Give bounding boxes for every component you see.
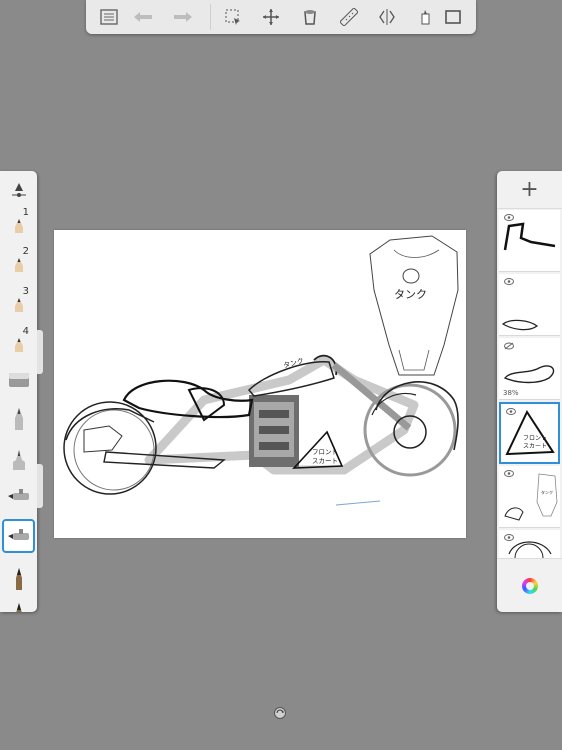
layer-thumbnail[interactable]: 38% xyxy=(499,338,560,400)
airbrush-icon[interactable] xyxy=(2,479,35,513)
pencil-icon[interactable]: 1 xyxy=(2,205,35,239)
layer-thumb-skirt-line1: フロント xyxy=(523,435,547,442)
paintbrush-icon[interactable] xyxy=(2,561,35,595)
layer-opacity: 38% xyxy=(503,389,519,397)
layer-preview xyxy=(503,222,556,251)
brush-number: 1 xyxy=(22,207,29,218)
add-layer-button[interactable]: + xyxy=(497,171,562,209)
panel-resize-handle[interactable] xyxy=(37,464,43,508)
brush-properties-icon[interactable] xyxy=(2,173,35,207)
layer-thumb-skirt-line2: スカート xyxy=(523,443,547,450)
layer-preview xyxy=(508,541,552,558)
layer-thumbnail[interactable] xyxy=(499,530,560,558)
selection-icon[interactable] xyxy=(222,6,244,28)
brush-number: 4 xyxy=(22,326,29,337)
front-skirt-label-line2: スカート xyxy=(312,457,338,465)
fullscreen-icon[interactable] xyxy=(442,6,464,28)
top-toolbar xyxy=(86,0,476,34)
layer-thumbnail[interactable]: タンク xyxy=(499,466,560,528)
brush-number: 3 xyxy=(22,286,29,297)
motorcycle-sketch: タンク フロント スカート タンク xyxy=(63,235,459,506)
undo-icon[interactable] xyxy=(132,6,154,28)
brush-palette: 1 2 3 4 xyxy=(0,171,37,612)
layer-thumbnail[interactable] xyxy=(499,274,560,336)
transform-icon[interactable] xyxy=(260,6,282,28)
list-icon[interactable] xyxy=(98,6,120,28)
layer-preview: フロントスカート xyxy=(505,409,555,456)
pencil-icon[interactable]: 2 xyxy=(2,244,35,278)
panel-resize-handle[interactable] xyxy=(37,330,43,374)
toolbar-divider xyxy=(210,4,211,30)
layer-thumbnail[interactable] xyxy=(499,210,560,272)
front-skirt-label-line1: フロント xyxy=(312,448,338,456)
layer-list: 38% フロント スカート タンク xyxy=(497,208,562,558)
layer-preview: タンク xyxy=(504,473,558,521)
bucket-fill-icon[interactable] xyxy=(299,6,321,28)
color-wheel-icon xyxy=(521,578,538,594)
layers-panel: + 38% フロント スカート タンク xyxy=(497,171,562,612)
symmetry-icon[interactable] xyxy=(376,6,398,28)
layer-preview xyxy=(501,319,539,331)
ruler-icon[interactable] xyxy=(338,6,360,28)
layer-thumb-tank: タンク xyxy=(541,489,553,495)
felt-pen-icon[interactable] xyxy=(2,441,35,475)
layer-thumbnail-selected[interactable]: フロント スカート xyxy=(499,402,560,464)
pencil-icon[interactable]: 4 xyxy=(2,324,35,358)
ballpoint-icon[interactable] xyxy=(2,401,35,435)
tank-label-large: タンク xyxy=(394,288,427,301)
paintbrush-icon[interactable] xyxy=(2,596,35,612)
redo-icon[interactable] xyxy=(172,6,194,28)
plus-icon: + xyxy=(520,177,539,202)
pencil-icon[interactable]: 3 xyxy=(2,284,35,318)
airbrush-selected-icon[interactable] xyxy=(2,519,35,553)
brush-properties-icon[interactable] xyxy=(414,6,436,28)
eraser-icon[interactable] xyxy=(2,363,35,397)
color-picker-button[interactable] xyxy=(497,558,562,612)
drawing-canvas[interactable]: タンク フロント スカート タンク xyxy=(54,230,466,538)
brush-number: 2 xyxy=(22,246,29,257)
rotate-canvas-icon[interactable] xyxy=(273,706,287,720)
